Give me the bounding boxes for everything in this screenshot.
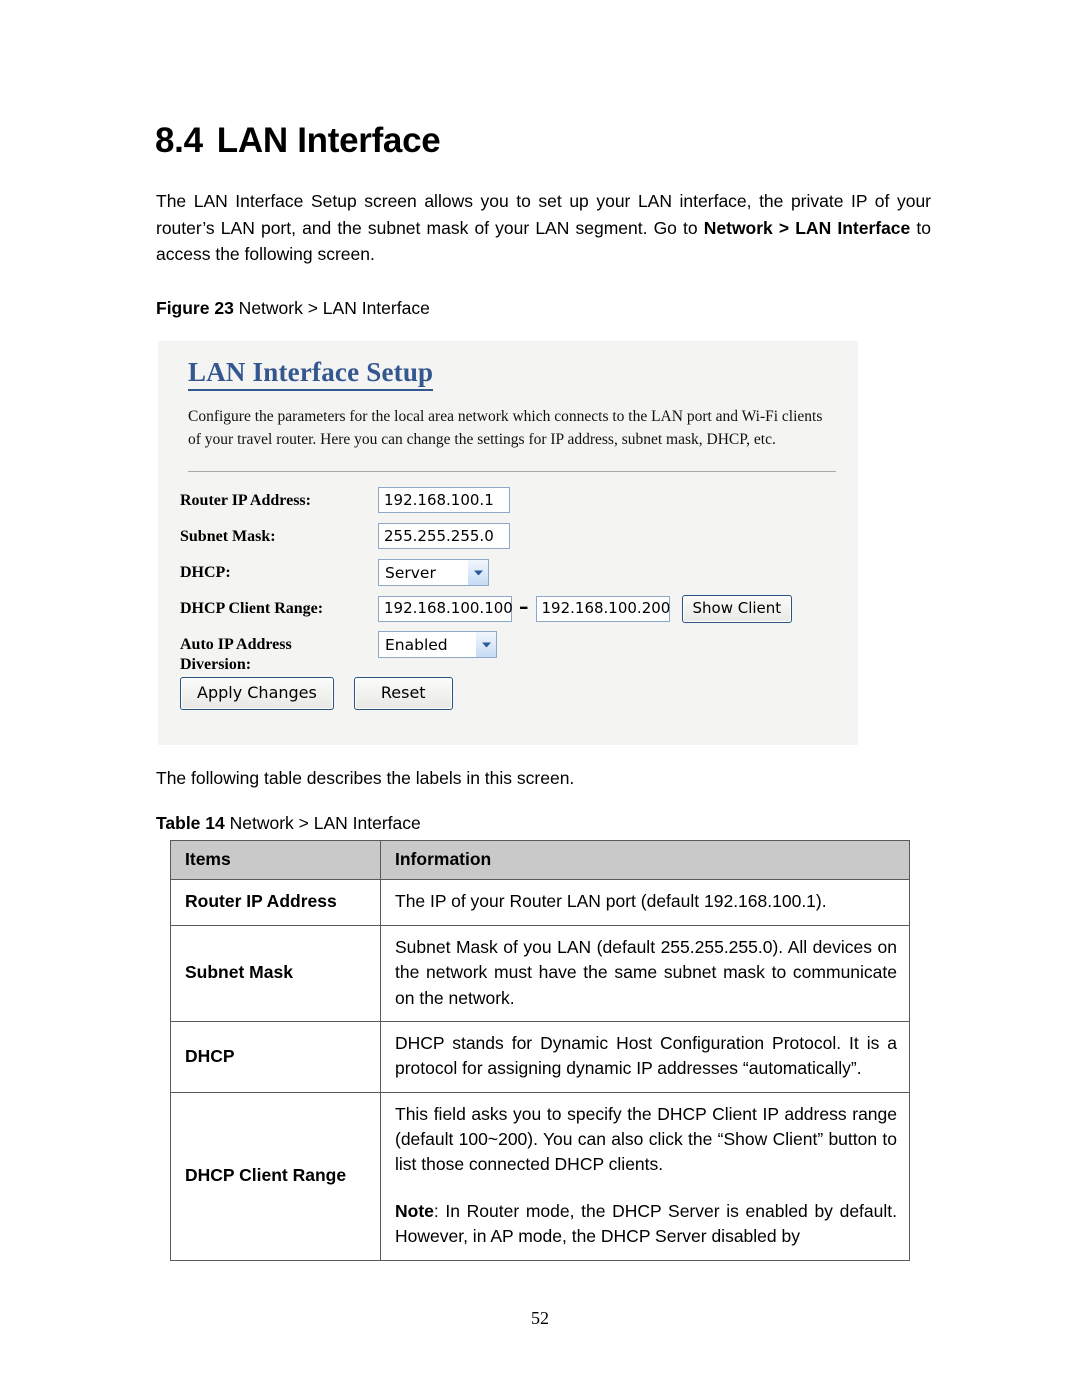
dhcp-range-start-input[interactable]: 192.168.100.100: [378, 595, 513, 622]
dhcp-mode-select[interactable]: Server: [378, 559, 489, 586]
table-cell-info: This field asks you to specify the DHCP …: [380, 1091, 910, 1261]
router-ip-control: 192.168.100.1: [378, 487, 510, 513]
note-label: Note: [395, 1200, 434, 1221]
table-cell-item: Subnet Mask: [170, 924, 381, 1022]
section-number: 8.4: [155, 121, 203, 160]
table-caption: Table 14 Network > LAN Interface: [156, 813, 421, 834]
reset-button[interactable]: Reset: [353, 677, 453, 710]
form-row-subnet-mask: Subnet Mask: 255.255.255.0: [180, 523, 840, 551]
embedded-screenshot: LAN Interface Setup Configure the parame…: [158, 341, 858, 745]
table-cell-info-paragraph: DHCP stands for Dynamic Host Configurati…: [395, 1032, 897, 1079]
table-cell-item: DHCP: [170, 1020, 381, 1093]
router-ip-label: Router IP Address:: [180, 492, 311, 509]
horizontal-divider: [188, 471, 836, 472]
table-cell-info: The IP of your Router LAN port (default …: [380, 879, 910, 926]
dhcp-label: DHCP:: [180, 564, 231, 581]
table-row: Router IP Address The IP of your Router …: [170, 879, 910, 926]
table-row: Subnet Mask Subnet Mask of you LAN (defa…: [170, 924, 910, 1022]
apply-changes-button[interactable]: Apply Changes: [180, 677, 334, 710]
dhcp-control: Server: [378, 559, 489, 586]
lan-interface-description-table: Items Information Router IP Address The …: [170, 839, 910, 1261]
table-cell-info-paragraph: Subnet Mask of you LAN (default 255.255.…: [395, 936, 897, 1008]
subnet-mask-label: Subnet Mask:: [180, 528, 276, 545]
form-row-auto-ip-diversion: Auto IP Address Diversion: Enabled: [180, 631, 840, 676]
table-cell-info: DHCP stands for Dynamic Host Configurati…: [380, 1020, 910, 1093]
table-header-row: Items Information: [170, 839, 910, 881]
document-page: 8.4 LAN Interface The LAN Interface Setup…: [0, 0, 1080, 1397]
auto-ip-diversion-label-line1: Auto IP Address: [180, 636, 292, 653]
table-cell-item: Router IP Address: [170, 879, 381, 926]
table-caption-text: Network > LAN Interface: [224, 813, 421, 833]
chevron-down-icon: [467, 560, 488, 585]
table-cell-info: Subnet Mask of you LAN (default 255.255.…: [380, 924, 910, 1022]
table-cell-info-paragraph: The IP of your Router LAN port (default …: [395, 891, 827, 912]
table-cell-item: DHCP Client Range: [170, 1091, 381, 1261]
form-row-router-ip: Router IP Address: 192.168.100.1: [180, 487, 840, 515]
table-label: Table 14: [156, 813, 225, 833]
subnet-mask-control: 255.255.255.0: [378, 523, 510, 549]
dhcp-client-range-control: 192.168.100.100 – 192.168.100.200 Show C…: [378, 595, 793, 623]
auto-ip-diversion-control: Enabled: [378, 631, 497, 658]
table-cell-info-note: Note: In Router mode, the DHCP Server is…: [395, 1200, 897, 1247]
subnet-mask-input[interactable]: 255.255.255.0: [378, 523, 510, 549]
table-header-items: Items: [170, 839, 381, 881]
auto-ip-diversion-label: Auto IP Address Diversion:: [180, 631, 378, 676]
following-table-text: The following table describes the labels…: [156, 768, 575, 788]
router-ip-input[interactable]: 192.168.100.1: [378, 487, 510, 513]
intro-paragraph: The LAN Interface Setup screen allows yo…: [156, 188, 931, 268]
page-number: 52: [531, 1308, 549, 1328]
screenshot-description: Configure the parameters for the local a…: [188, 408, 823, 449]
figure-caption-text: Network > LAN Interface: [233, 298, 430, 318]
table-cell-info-paragraph: This field asks you to specify the DHCP …: [395, 1103, 897, 1175]
chevron-down-icon: [475, 632, 496, 657]
figure-caption: Figure 23 Network > LAN Interface: [156, 298, 430, 319]
intro-nav-path: Network > LAN Interface: [703, 217, 911, 238]
page-title: 8.4 LAN Interface: [155, 121, 441, 161]
dhcp-mode-selected-value: Server: [385, 563, 436, 582]
dhcp-range-end-input[interactable]: 192.168.100.200: [535, 595, 670, 622]
form-row-dhcp-client-range: DHCP Client Range: 192.168.100.100 – 192…: [180, 595, 840, 623]
show-client-button[interactable]: Show Client: [681, 595, 793, 623]
range-separator-dash: –: [519, 596, 529, 619]
section-title: LAN Interface: [216, 121, 441, 160]
form-row-dhcp: DHCP: Server: [180, 559, 840, 587]
auto-ip-diversion-label-line2: Diversion:: [180, 656, 252, 674]
dhcp-client-range-label: DHCP Client Range:: [180, 600, 324, 617]
lan-settings-form: Router IP Address: 192.168.100.1 Subnet …: [180, 487, 840, 684]
figure-label: Figure 23: [156, 298, 234, 318]
auto-ip-diversion-selected-value: Enabled: [385, 635, 448, 654]
table-row: DHCP DHCP stands for Dynamic Host Config…: [170, 1020, 910, 1093]
auto-ip-diversion-select[interactable]: Enabled: [378, 631, 497, 658]
table-row: DHCP Client Range This field asks you to…: [170, 1091, 910, 1261]
screenshot-action-buttons: Apply Changes Reset: [180, 677, 453, 710]
screenshot-title: LAN Interface Setup: [188, 357, 434, 392]
table-header-information: Information: [380, 839, 910, 881]
